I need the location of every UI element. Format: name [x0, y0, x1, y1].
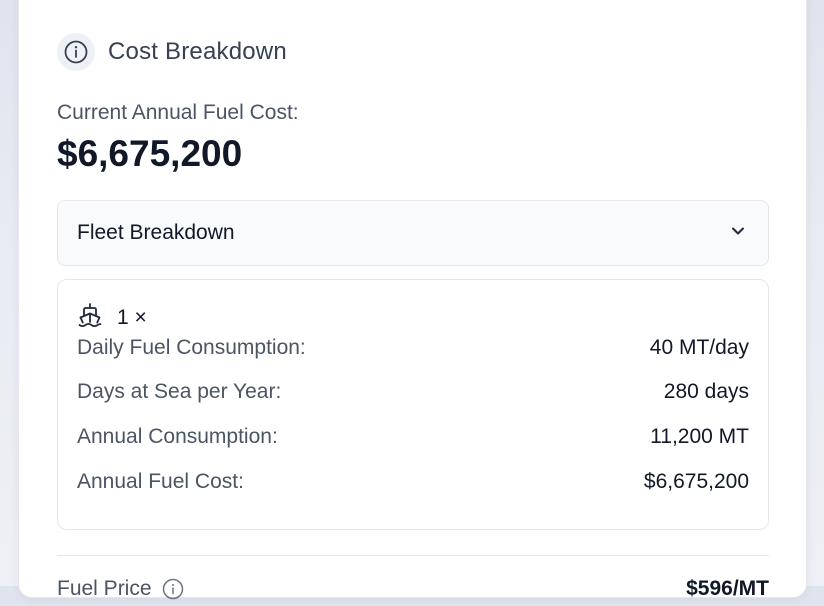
- info-icon[interactable]: [57, 33, 95, 71]
- vessel-header: 1 ×: [77, 302, 147, 333]
- detail-value: $6,675,200: [643, 470, 749, 493]
- info-icon[interactable]: [162, 578, 184, 600]
- fleet-breakdown-dropdown[interactable]: Fleet Breakdown: [57, 200, 769, 266]
- current-cost-label: Current Annual Fuel Cost:: [57, 101, 299, 124]
- detail-label: Daily Fuel Consumption:: [77, 336, 306, 359]
- detail-row-annual-consumption: Annual Consumption: 11,200 MT: [77, 425, 749, 449]
- current-cost-value: $6,675,200: [57, 133, 243, 174]
- fleet-breakdown-label: Fleet Breakdown: [77, 221, 235, 244]
- section-divider: [57, 555, 769, 556]
- detail-label: Days at Sea per Year:: [77, 380, 282, 403]
- fuel-price-label-group: Fuel Price: [57, 577, 184, 601]
- detail-label: Annual Consumption:: [77, 425, 278, 448]
- detail-label: Annual Fuel Cost:: [77, 470, 244, 493]
- fuel-price-row: Fuel Price $596/MT: [57, 577, 769, 601]
- cost-breakdown-card: Cost Breakdown Current Annual Fuel Cost:…: [18, 0, 807, 601]
- fuel-price-label: Fuel Price: [57, 577, 152, 600]
- detail-row-days-at-sea: Days at Sea per Year: 280 days: [77, 380, 749, 404]
- fuel-price-value: $596/MT: [686, 577, 769, 600]
- detail-value: 280 days: [663, 380, 749, 403]
- detail-row-daily-consumption: Daily Fuel Consumption: 40 MT/day: [77, 336, 749, 360]
- vessel-count: 1 ×: [117, 305, 147, 329]
- chevron-down-icon: [728, 221, 748, 246]
- ship-icon: [77, 302, 103, 333]
- vessel-details-panel: 1 × Daily Fuel Consumption: 40 MT/day Da…: [57, 279, 769, 530]
- detail-value: 40 MT/day: [649, 336, 749, 359]
- detail-row-annual-fuel-cost: Annual Fuel Cost: $6,675,200: [77, 470, 749, 494]
- card-header: Cost Breakdown: [57, 33, 287, 71]
- detail-value: 11,200 MT: [650, 425, 749, 448]
- card-title: Cost Breakdown: [108, 38, 287, 65]
